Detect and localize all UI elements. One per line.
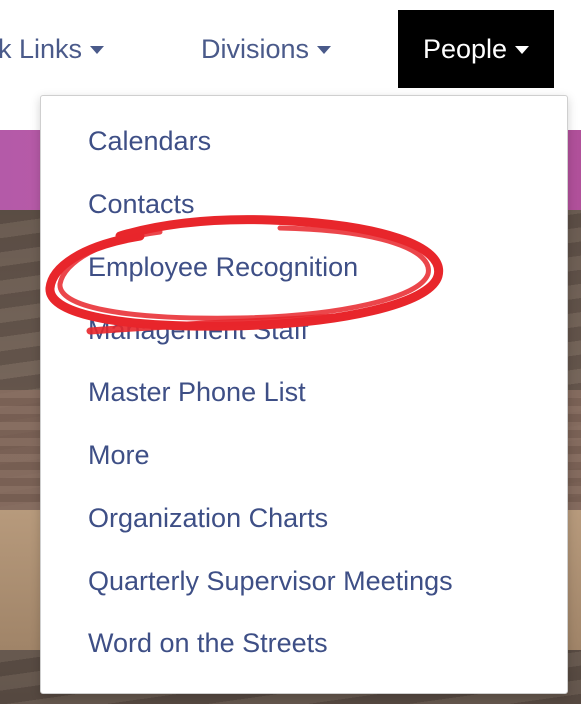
nav-divisions-label: Divisions bbox=[201, 33, 310, 64]
nav-people[interactable]: People bbox=[398, 10, 554, 88]
menu-item-quarterly-supervisor-meetings[interactable]: Quarterly Supervisor Meetings bbox=[88, 564, 453, 598]
nav-quick-links-label: k Links bbox=[0, 33, 83, 64]
menu-item-calendars[interactable]: Calendars bbox=[88, 124, 211, 158]
caret-down-icon bbox=[317, 46, 332, 54]
menu-item-word-on-the-streets[interactable]: Word on the Streets bbox=[88, 626, 328, 660]
caret-down-icon bbox=[90, 46, 105, 54]
nav-people-label: People bbox=[422, 33, 508, 64]
menu-item-more[interactable]: More bbox=[88, 438, 150, 472]
nav-quick-links[interactable]: k Links bbox=[0, 10, 105, 88]
top-navbar: k Links Divisions People bbox=[0, 0, 581, 96]
menu-item-master-phone-list[interactable]: Master Phone List bbox=[88, 375, 306, 409]
people-dropdown-menu: Calendars Contacts Employee Recognition … bbox=[40, 95, 568, 694]
menu-item-contacts[interactable]: Contacts bbox=[88, 187, 195, 221]
menu-item-management-staff[interactable]: Management Staff bbox=[88, 313, 308, 347]
menu-item-employee-recognition[interactable]: Employee Recognition bbox=[88, 250, 358, 284]
nav-divisions[interactable]: Divisions bbox=[201, 10, 332, 88]
caret-down-icon bbox=[515, 46, 530, 54]
menu-item-organization-charts[interactable]: Organization Charts bbox=[88, 501, 328, 535]
